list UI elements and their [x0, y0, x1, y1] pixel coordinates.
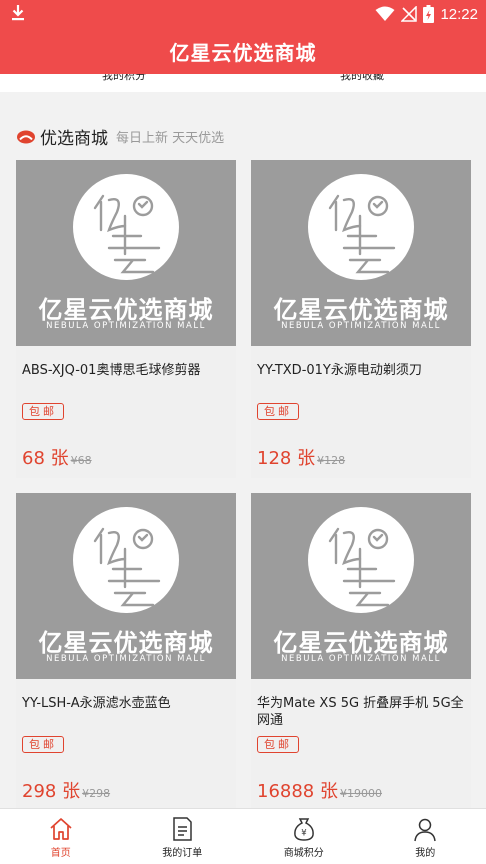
header: 亿星云优选商城: [0, 28, 486, 74]
product-image: 亿星云优选商城 NEBULA OPTIMIZATION MALL: [251, 160, 471, 346]
nav-mine[interactable]: 我的: [365, 809, 486, 864]
brand-name-en: NEBULA OPTIMIZATION MALL: [46, 321, 206, 331]
nav-points[interactable]: ¥ 商城积分: [243, 809, 365, 864]
original-price: ¥128: [317, 454, 346, 467]
brand-logo-icon: [93, 194, 161, 274]
brand-name: 亿星云优选商城: [273, 296, 449, 324]
brand-name-en: NEBULA OPTIMIZATION MALL: [281, 654, 441, 664]
free-shipping-badge: 包邮: [22, 736, 64, 753]
download-icon: [12, 5, 24, 21]
current-price: 298 张: [22, 781, 81, 802]
product-image: 亿星云优选商城 NEBULA OPTIMIZATION MALL: [16, 160, 236, 346]
product-price: 298 张 ¥298: [22, 777, 110, 803]
nav-home[interactable]: 首页: [0, 809, 122, 864]
page-title: 亿星云优选商城: [169, 40, 317, 65]
product-price: 68 张 ¥68: [22, 444, 92, 470]
nav-points-label: 商城积分: [283, 848, 324, 859]
top-tabs: 我的积分 我的收藏: [0, 74, 486, 92]
product-name: YY-LSH-A永源滤水壶蓝色: [22, 696, 171, 711]
tab-my-favorites[interactable]: 我的收藏: [340, 74, 384, 83]
battery-icon: [423, 5, 435, 23]
brand-logo-icon: [93, 527, 161, 607]
product-name: ABS-XJQ-01奥博思毛球修剪器: [22, 363, 201, 378]
cloud-logo-icon: [17, 130, 35, 144]
nav-mine-label: 我的: [415, 848, 436, 859]
brand-name: 亿星云优选商城: [38, 296, 214, 324]
original-price: ¥68: [70, 454, 92, 467]
section-subtitle: 每日上新 天天优选: [116, 130, 225, 146]
brand-name-en: NEBULA OPTIMIZATION MALL: [281, 321, 441, 331]
status-bar: 12:22: [0, 0, 486, 28]
nav-home-label: 首页: [50, 848, 71, 859]
brand-logo-icon: [328, 194, 396, 274]
tab-my-points[interactable]: 我的积分: [102, 74, 146, 83]
points-bag-icon: ¥: [293, 818, 314, 841]
product-price: 128 张 ¥128: [257, 444, 345, 470]
section-title: 优选商城: [40, 128, 108, 149]
home-icon: [50, 818, 72, 840]
user-icon: [414, 818, 436, 842]
svg-text:¥: ¥: [301, 829, 307, 839]
brand-name: 亿星云优选商城: [38, 629, 214, 657]
product-card[interactable]: 亿星云优选商城 NEBULA OPTIMIZATION MALL ABS-XJQ…: [16, 160, 236, 478]
original-price: ¥19000: [339, 787, 382, 800]
bottom-nav: 首页 我的订单 ¥ 商城积分 我的: [0, 808, 486, 864]
wifi-icon: [375, 6, 395, 21]
status-time: 12:22: [440, 5, 478, 23]
brand-name-en: NEBULA OPTIMIZATION MALL: [46, 654, 206, 664]
free-shipping-badge: 包邮: [22, 403, 64, 420]
product-price: 16888 张 ¥19000: [257, 777, 382, 803]
product-image: 亿星云优选商城 NEBULA OPTIMIZATION MALL: [16, 493, 236, 679]
product-card[interactable]: 亿星云优选商城 NEBULA OPTIMIZATION MALL YY-TXD-…: [251, 160, 471, 478]
current-price: 68 张: [22, 448, 69, 469]
product-name: YY-TXD-01Y永源电动剃须刀: [257, 363, 422, 378]
no-signal-icon: [401, 6, 418, 22]
product-card[interactable]: 亿星云优选商城 NEBULA OPTIMIZATION MALL YY-LSH-…: [16, 493, 236, 811]
current-price: 16888 张: [257, 781, 338, 802]
current-price: 128 张: [257, 448, 316, 469]
free-shipping-badge: 包邮: [257, 736, 299, 753]
section-header: 优选商城 每日上新 天天优选: [16, 124, 225, 149]
product-name: 华为Mate XS 5G 折叠屏手机 5G全网通: [257, 696, 464, 728]
brand-logo-icon: [328, 527, 396, 607]
order-icon: [173, 817, 192, 841]
nav-orders[interactable]: 我的订单: [122, 809, 244, 864]
free-shipping-badge: 包邮: [257, 403, 299, 420]
original-price: ¥298: [82, 787, 111, 800]
nav-orders-label: 我的订单: [162, 848, 203, 859]
brand-name: 亿星云优选商城: [273, 629, 449, 657]
product-card[interactable]: 亿星云优选商城 NEBULA OPTIMIZATION MALL 华为Mate …: [251, 493, 471, 811]
product-image: 亿星云优选商城 NEBULA OPTIMIZATION MALL: [251, 493, 471, 679]
